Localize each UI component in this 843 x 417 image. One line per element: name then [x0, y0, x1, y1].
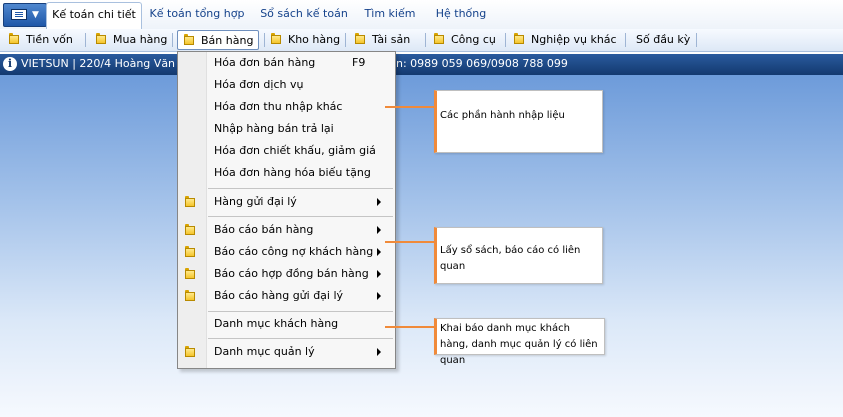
menu-item-bao-cao-hang-gui[interactable]: Báo cáo hàng gửi đại lý: [178, 285, 395, 307]
menu-separator: [208, 311, 393, 312]
ribbon-separator: [345, 33, 346, 47]
tab-tim-kiem[interactable]: Tìm kiếm: [358, 2, 422, 28]
ribbon-bar: Tiền vốn Mua hàng Bán hàng Kho hàng Tài …: [0, 29, 843, 52]
callout-text: Các phần hành nhập liệu: [440, 110, 565, 121]
menu-item-label: Báo cáo hợp đồng bán hàng: [214, 267, 369, 280]
top-tab-bar: ▼ Kế toán chi tiết Kế toán tổng hợp Sổ s…: [0, 0, 843, 30]
info-bar: i VIETSUN | 220/4 Hoàng Văn Th n: 0989 0…: [0, 54, 843, 75]
ribbon-item-cong-cu[interactable]: Công cụ: [433, 30, 496, 50]
menu-item-label: Báo cáo công nợ khách hàng: [214, 245, 374, 258]
ribbon-label: Kho hàng: [288, 33, 341, 46]
submenu-arrow-icon: [377, 292, 381, 300]
ribbon-item-so-dau-ky[interactable]: Số đầu kỳ: [636, 30, 690, 50]
submenu-arrow-icon: [377, 348, 381, 356]
tab-so-sach-ke-toan[interactable]: Sổ sách kế toán: [252, 2, 356, 28]
ban-hang-dropdown-menu: Hóa đơn bán hàng F9 Hóa đơn dịch vụ Hóa …: [177, 51, 396, 369]
ribbon-item-kho-hang[interactable]: Kho hàng: [270, 30, 340, 50]
menu-item-label: Danh mục quản lý: [214, 345, 315, 358]
ribbon-item-nghiep-vu-khac[interactable]: Nghiệp vụ khác: [513, 30, 617, 50]
folder-icon: [513, 32, 525, 45]
menu-item-label: Hàng gửi đại lý: [214, 195, 297, 208]
menu-separator: [208, 338, 393, 339]
menu-separator: [208, 188, 393, 189]
menu-item-hoa-don-ban-hang[interactable]: Hóa đơn bán hàng F9: [178, 52, 395, 74]
ribbon-label: Tài sản: [372, 33, 411, 46]
menu-item-label: Báo cáo bán hàng: [214, 223, 314, 236]
menu-item-label: Hóa đơn hàng hóa biếu tặng: [214, 166, 371, 179]
callout-reports: Lấy sổ sách, báo cáo có liên quan: [434, 227, 603, 284]
tab-ke-toan-chi-tiet[interactable]: Kế toán chi tiết: [46, 2, 142, 30]
ribbon-separator: [625, 33, 626, 47]
ribbon-label: Mua hàng: [113, 33, 168, 46]
folder-icon: [184, 245, 196, 258]
callout-line: [385, 326, 436, 328]
callout-line: [385, 241, 436, 243]
tab-he-thong[interactable]: Hệ thống: [425, 2, 497, 28]
info-icon: i: [3, 57, 17, 71]
menu-item-label: Danh mục khách hàng: [214, 317, 339, 330]
app-menu-icon: [11, 9, 27, 20]
folder-icon: [270, 32, 282, 45]
folder-icon: [184, 345, 196, 358]
folder-icon: [8, 32, 20, 45]
menu-separator: [208, 216, 393, 217]
menu-item-shortcut: F9: [352, 56, 366, 69]
menu-item-label: Hóa đơn thu nhập khác: [214, 100, 343, 113]
menu-item-label: Hóa đơn dịch vụ: [214, 78, 304, 91]
ribbon-separator: [505, 33, 506, 47]
ribbon-item-tai-san[interactable]: Tài sản: [354, 30, 410, 50]
menu-item-bao-cao-cong-no[interactable]: Báo cáo công nợ khách hàng: [178, 241, 395, 263]
folder-icon: [354, 32, 366, 45]
menu-item-hoa-don-bieu-tang[interactable]: Hóa đơn hàng hóa biếu tặng: [178, 162, 395, 184]
company-info-text: VIETSUN | 220/4 Hoàng Văn Th: [21, 57, 193, 70]
menu-item-label: Hóa đơn chiết khấu, giảm giá: [214, 144, 376, 157]
folder-icon: [183, 33, 195, 46]
menu-item-hoa-don-dich-vu[interactable]: Hóa đơn dịch vụ: [178, 74, 395, 96]
callout-input-modules: Các phần hành nhập liệu: [434, 90, 603, 153]
menu-item-label: Hóa đơn bán hàng: [214, 56, 316, 69]
folder-icon: [184, 289, 196, 302]
ribbon-separator: [85, 33, 86, 47]
ribbon-item-tien-von[interactable]: Tiền vốn: [8, 30, 73, 50]
menu-item-label: Nhập hàng bán trả lại: [214, 122, 334, 135]
ribbon-separator: [172, 33, 173, 47]
submenu-arrow-icon: [377, 270, 381, 278]
folder-icon: [184, 223, 196, 236]
app-menu-button[interactable]: ▼: [3, 3, 47, 27]
submenu-arrow-icon: [377, 198, 381, 206]
menu-item-nhap-hang-ban-tra-lai[interactable]: Nhập hàng bán trả lại: [178, 118, 395, 140]
ribbon-item-mua-hang[interactable]: Mua hàng: [95, 30, 167, 50]
tab-ke-toan-tong-hop[interactable]: Kế toán tổng hợp: [145, 2, 249, 28]
menu-item-bao-cao-ban-hang[interactable]: Báo cáo bán hàng: [178, 219, 395, 241]
ribbon-label: Tiền vốn: [26, 33, 73, 46]
ribbon-separator: [696, 33, 697, 47]
phone-info-text: n: 0989 059 069/0908 788 099: [396, 57, 568, 70]
menu-item-label: Báo cáo hàng gửi đại lý: [214, 289, 344, 302]
menu-item-danh-muc-khach-hang[interactable]: Danh mục khách hàng: [178, 313, 395, 335]
ribbon-label: Công cụ: [451, 33, 496, 46]
ribbon-label: Bán hàng: [201, 34, 254, 47]
folder-icon: [184, 267, 196, 280]
submenu-arrow-icon: [377, 248, 381, 256]
folder-icon: [95, 32, 107, 45]
main-workspace: [0, 75, 843, 417]
folder-icon: [433, 32, 445, 45]
callout-text: Lấy sổ sách, báo cáo có liên quan: [440, 245, 581, 272]
callout-catalogs: Khai báo danh mục khách hàng, danh mục q…: [434, 318, 605, 366]
callout-line: [385, 106, 436, 108]
folder-icon: [184, 195, 196, 208]
ribbon-item-ban-hang[interactable]: Bán hàng: [177, 30, 259, 50]
menu-item-hoa-don-chiet-khau[interactable]: Hóa đơn chiết khấu, giảm giá: [178, 140, 395, 162]
menu-item-bao-cao-hop-dong[interactable]: Báo cáo hợp đồng bán hàng: [178, 263, 395, 285]
ribbon-label: Số đầu kỳ: [636, 33, 691, 46]
menu-item-danh-muc-quan-ly[interactable]: Danh mục quản lý: [178, 341, 395, 363]
chevron-down-icon: ▼: [32, 10, 39, 20]
submenu-arrow-icon: [377, 226, 381, 234]
menu-item-hang-gui-dai-ly[interactable]: Hàng gửi đại lý: [178, 191, 395, 213]
ribbon-separator: [425, 33, 426, 47]
menu-item-hoa-don-thu-nhap-khac[interactable]: Hóa đơn thu nhập khác: [178, 96, 395, 118]
ribbon-label: Nghiệp vụ khác: [531, 33, 617, 46]
ribbon-separator: [264, 33, 265, 47]
